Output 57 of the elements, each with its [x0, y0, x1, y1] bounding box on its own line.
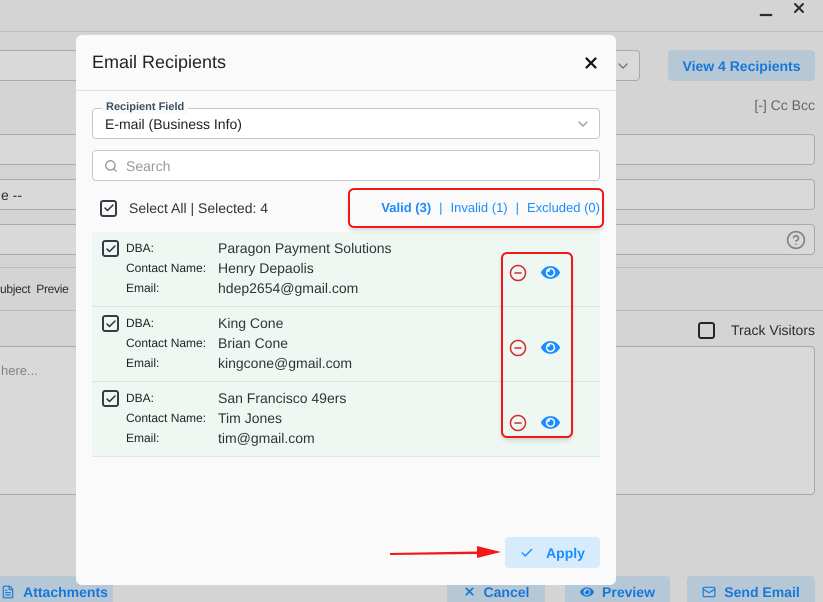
check-icon: [520, 546, 534, 560]
eye-icon[interactable]: [541, 413, 560, 432]
checkbox[interactable]: [102, 240, 119, 257]
tab-label[interactable]: Previe: [36, 280, 68, 298]
cc-bcc-link[interactable]: [-] Cc Bcc: [754, 95, 815, 115]
view-recipients-button[interactable]: View 4 Recipients: [668, 50, 815, 81]
field-value: King Cone: [218, 314, 284, 332]
apply-button[interactable]: Apply: [505, 537, 600, 568]
checkbox[interactable]: [100, 200, 117, 216]
field-label: DBA:: [126, 240, 156, 257]
check-icon: [104, 242, 116, 254]
mail-icon: [702, 584, 716, 598]
dialog-title: Email Recipients: [92, 51, 226, 74]
field-value: kingcone@gmail.com: [218, 354, 352, 372]
field-label: DBA:: [126, 315, 156, 332]
separator: |: [439, 199, 443, 218]
remove-icon[interactable]: [509, 264, 527, 282]
field-value: tim@gmail.com: [218, 429, 316, 447]
field-value: Tim Jones: [218, 409, 284, 427]
eye-icon[interactable]: [541, 338, 560, 357]
field-label: Contact Name:: [126, 410, 208, 427]
field-label: Email:: [126, 355, 160, 372]
field-label: DBA:: [126, 390, 156, 407]
check-icon: [104, 392, 116, 404]
checkbox[interactable]: [102, 390, 119, 407]
filter-tab[interactable]: Excluded (0): [527, 198, 600, 218]
separator: |: [516, 199, 520, 218]
checkbox[interactable]: [698, 322, 715, 338]
field-value: San Francisco 49ers: [218, 389, 346, 407]
filter-tab[interactable]: Valid (3): [381, 198, 432, 218]
field-label: Recipient Field: [102, 100, 188, 114]
close-icon[interactable]: [791, 0, 807, 16]
remove-icon[interactable]: [509, 414, 527, 432]
tab-label[interactable]: ubject: [0, 280, 30, 298]
select-all-label: Select All | Selected: 4: [129, 199, 268, 218]
check-icon: [104, 318, 116, 330]
filter-tab[interactable]: Invalid (1): [450, 198, 508, 218]
field-value: hdep2654@gmail.com: [218, 279, 360, 297]
field-label: Email:: [126, 280, 160, 297]
help-icon[interactable]: [786, 230, 806, 250]
field-label: Contact Name:: [126, 335, 208, 352]
eye-icon: [580, 584, 594, 598]
checkbox[interactable]: [102, 315, 119, 332]
track-visitors-label: Track Visitors: [730, 321, 815, 340]
check-icon: [102, 202, 114, 214]
remove-icon[interactable]: [509, 338, 527, 356]
field-label: Contact Name:: [126, 260, 208, 277]
search-field[interactable]: Search: [92, 150, 600, 181]
field-label: Email:: [126, 430, 160, 447]
eye-icon[interactable]: [541, 263, 560, 282]
field-value: Paragon Payment Solutions: [218, 239, 392, 257]
close-icon: [462, 585, 476, 598]
search-icon: [104, 159, 118, 173]
document-icon: [1, 584, 16, 598]
send-button[interactable]: Send Email: [687, 576, 815, 602]
field-value: Henry Depaolis: [218, 259, 315, 277]
field-value: Brian Cone: [218, 334, 290, 352]
